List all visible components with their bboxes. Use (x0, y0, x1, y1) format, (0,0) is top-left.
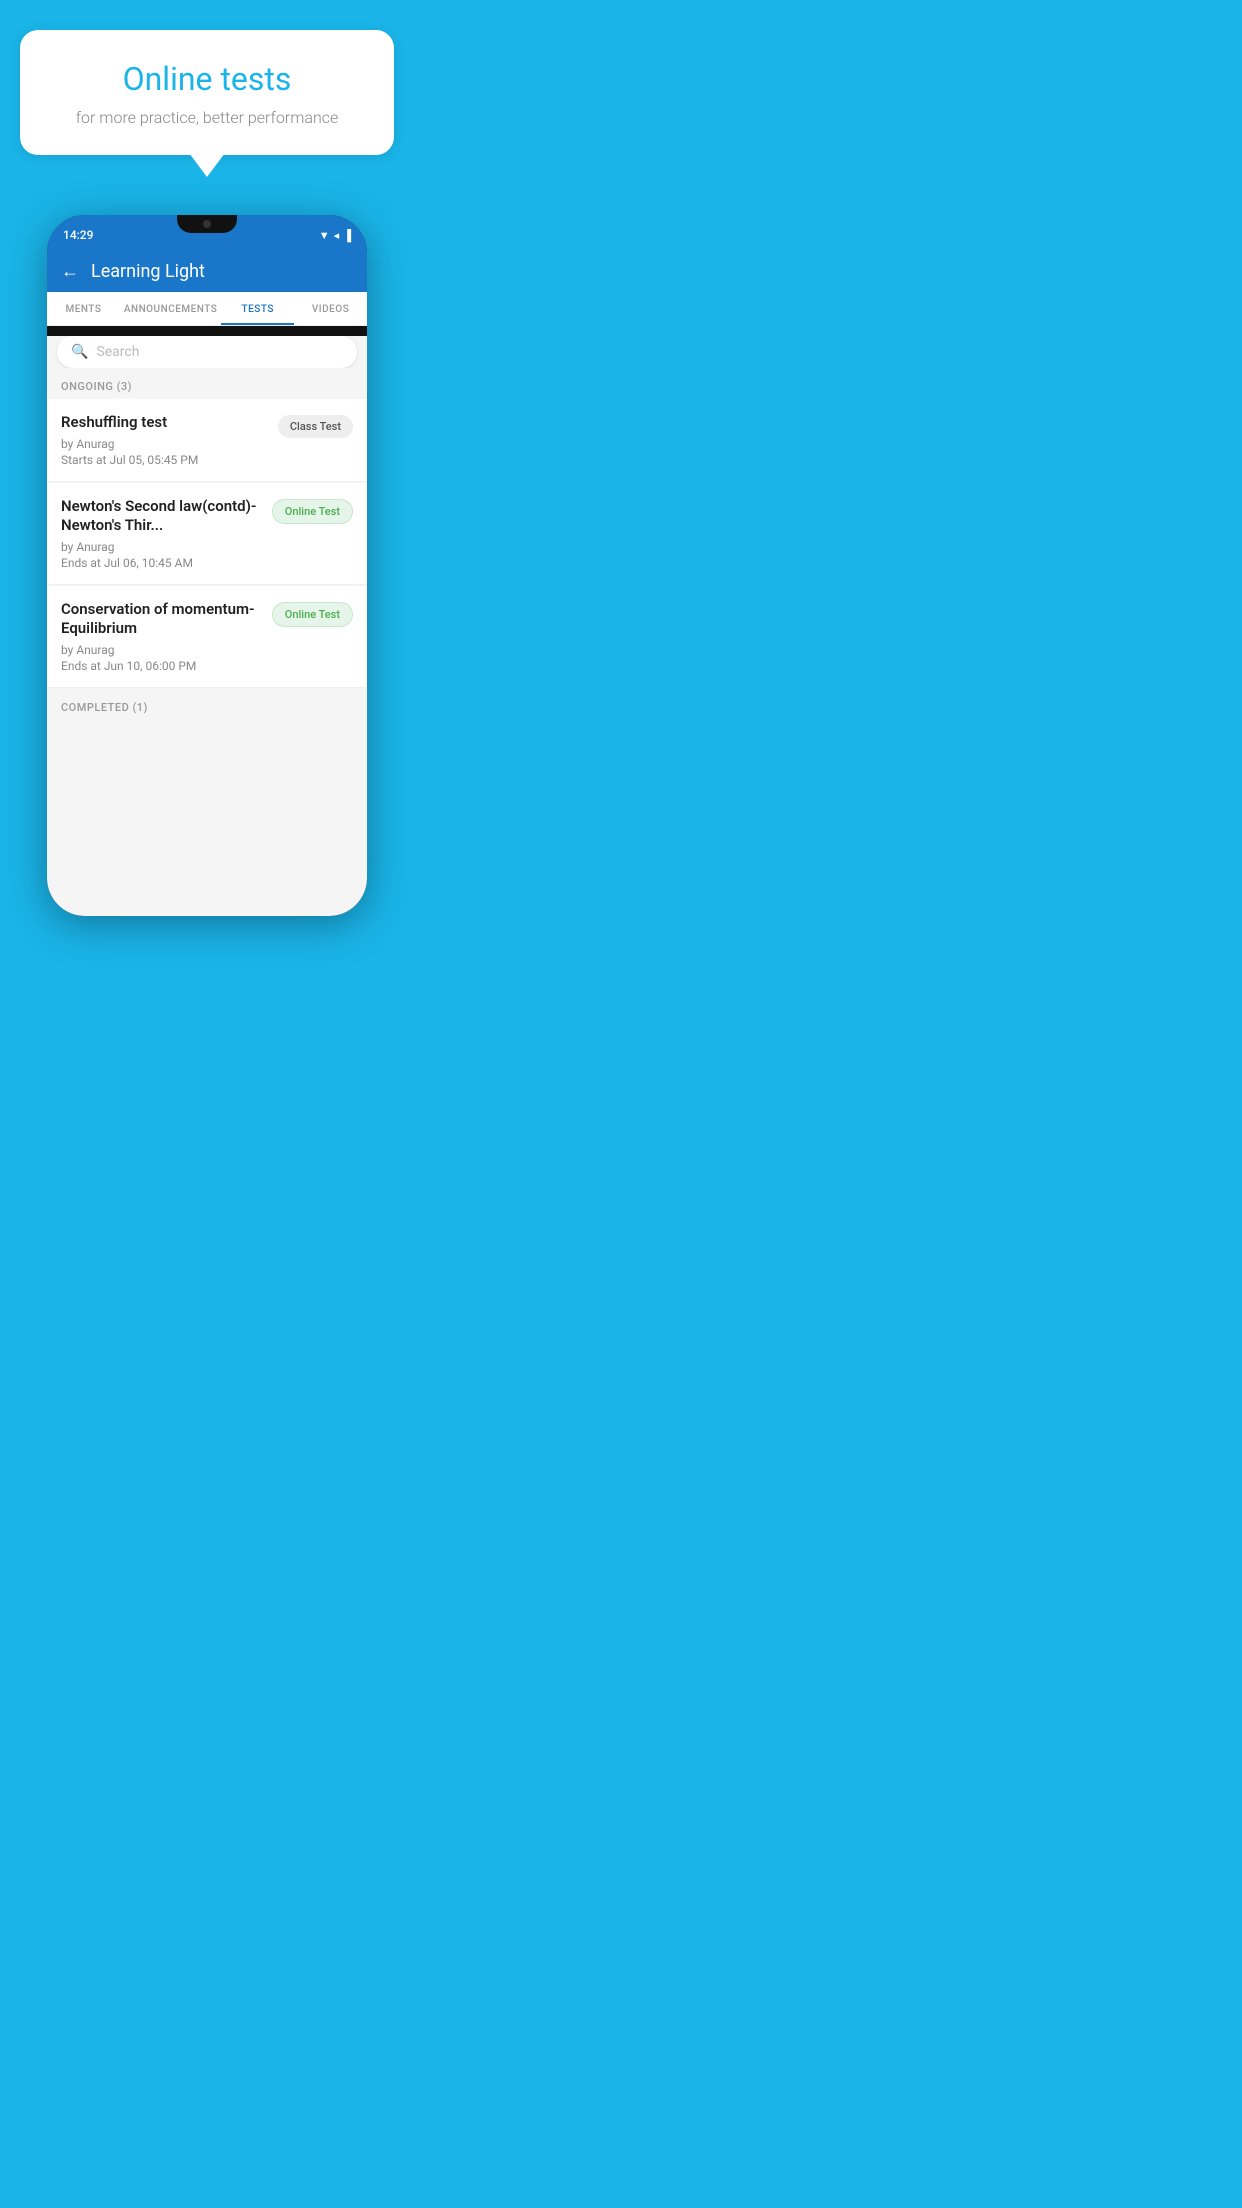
test-date-newtons: Ends at Jul 06, 10:45 AM (61, 556, 262, 570)
status-time: 14:29 (63, 228, 93, 242)
screen-content: 🔍 Search ONGOING (3) Reshuffling test by… (47, 336, 367, 916)
test-badge-conservation: Online Test (272, 602, 353, 627)
test-date-reshuffling: Starts at Jul 05, 05:45 PM (61, 453, 268, 467)
test-badge-reshuffling: Class Test (278, 415, 353, 438)
app-header: ← Learning Light (47, 251, 367, 292)
test-title-reshuffling: Reshuffling test (61, 413, 268, 433)
test-item-reshuffling[interactable]: Reshuffling test by Anurag Starts at Jul… (47, 399, 367, 482)
status-icons: ▼ ◂ ▐ (319, 229, 351, 242)
status-bar: 14:29 ▼ ◂ ▐ (47, 215, 367, 251)
tab-ments[interactable]: MENTS (47, 292, 120, 325)
test-badge-newtons: Online Test (272, 499, 353, 524)
test-by-reshuffling: by Anurag (61, 437, 268, 451)
test-title-newtons: Newton's Second law(contd)-Newton's Thir… (61, 497, 262, 536)
test-title-conservation: Conservation of momentum-Equilibrium (61, 600, 262, 639)
test-item-left-newtons: Newton's Second law(contd)-Newton's Thir… (61, 497, 272, 570)
tab-tests[interactable]: TESTS (221, 292, 294, 325)
tab-videos[interactable]: VIDEOS (294, 292, 367, 325)
phone-device: 14:29 ▼ ◂ ▐ ← Learning Light MENTS ANNOU… (47, 215, 367, 916)
signal-icon: ◂ (334, 229, 340, 242)
notch (177, 215, 237, 233)
bubble-subtitle: for more practice, better performance (48, 108, 366, 127)
test-by-conservation: by Anurag (61, 643, 262, 657)
ongoing-section-header: ONGOING (3) (47, 368, 367, 399)
test-item-left-conservation: Conservation of momentum-Equilibrium by … (61, 600, 272, 673)
completed-section-header: COMPLETED (1) (47, 689, 367, 720)
battery-icon: ▐ (343, 229, 351, 242)
speech-bubble: Online tests for more practice, better p… (20, 30, 394, 155)
back-button[interactable]: ← (61, 261, 79, 282)
search-icon: 🔍 (71, 344, 88, 360)
tab-bar: MENTS ANNOUNCEMENTS TESTS VIDEOS (47, 292, 367, 326)
app-header-title: Learning Light (91, 261, 205, 282)
search-bar[interactable]: 🔍 Search (57, 336, 357, 368)
test-item-newtons[interactable]: Newton's Second law(contd)-Newton's Thir… (47, 483, 367, 585)
bubble-title: Online tests (48, 60, 366, 98)
test-by-newtons: by Anurag (61, 540, 262, 554)
search-placeholder: Search (96, 344, 139, 360)
wifi-icon: ▼ (319, 229, 330, 242)
tab-announcements[interactable]: ANNOUNCEMENTS (120, 292, 221, 325)
test-item-conservation[interactable]: Conservation of momentum-Equilibrium by … (47, 586, 367, 688)
phone-mockup-wrapper: 14:29 ▼ ◂ ▐ ← Learning Light MENTS ANNOU… (0, 215, 414, 916)
promo-section: Online tests for more practice, better p… (0, 0, 414, 155)
test-date-conservation: Ends at Jun 10, 06:00 PM (61, 659, 262, 673)
test-item-left-reshuffling: Reshuffling test by Anurag Starts at Jul… (61, 413, 278, 467)
camera-notch (203, 220, 211, 228)
